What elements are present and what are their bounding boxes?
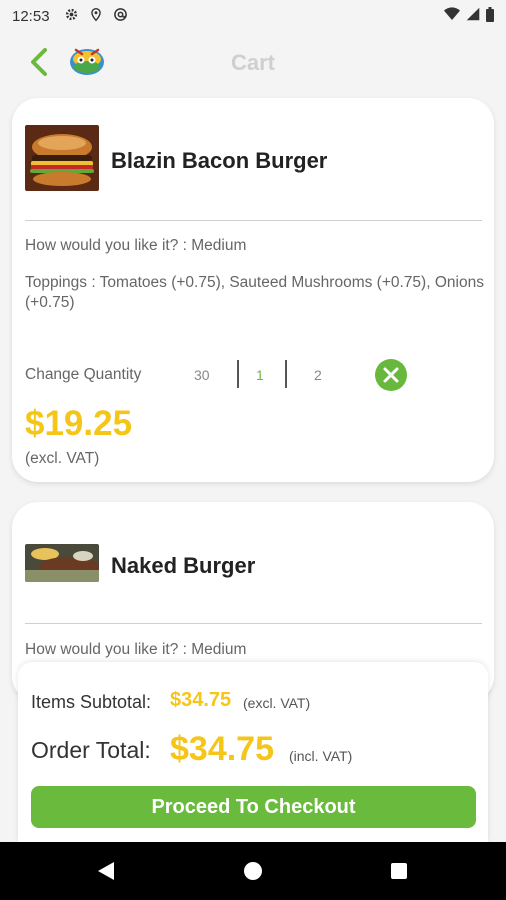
app-bar: Cart <box>0 32 506 92</box>
order-summary: Items Subtotal: $34.75 (excl. VAT) Order… <box>18 662 488 842</box>
total-vat-note: (incl. VAT) <box>289 748 353 764</box>
item-image <box>25 125 99 191</box>
total-label: Order Total: <box>31 737 151 763</box>
quantity-option-prev[interactable]: 30 <box>194 367 210 383</box>
item-name: Blazin Bacon Burger <box>111 148 328 173</box>
nav-home-icon[interactable] <box>244 862 262 880</box>
item-image <box>25 544 99 582</box>
quantity-label: Change Quantity <box>25 366 142 383</box>
nav-back-icon[interactable] <box>96 861 116 881</box>
quantity-option-selected[interactable]: 1 <box>256 367 264 383</box>
signal-icon <box>466 7 480 25</box>
vat-note: (excl. VAT) <box>25 450 100 467</box>
page-title: Cart <box>230 50 275 75</box>
item-price: $19.25 <box>25 404 133 443</box>
item-toppings: Toppings : Tomatoes (+0.75), Sauteed Mus… <box>25 274 484 311</box>
gear-icon <box>64 7 79 26</box>
item-doneness: How would you like it? : Medium <box>25 237 247 254</box>
quantity-option-next[interactable]: 2 <box>314 367 322 383</box>
item-name: Naked Burger <box>111 553 256 578</box>
divider <box>25 623 482 624</box>
at-sign-icon <box>113 7 128 26</box>
status-time: 12:53 <box>12 7 50 25</box>
item-doneness: How would you like it? : Medium <box>25 641 247 658</box>
close-icon <box>383 367 399 383</box>
subtotal-label: Items Subtotal: <box>31 692 152 712</box>
location-icon <box>89 7 103 26</box>
total-value: $34.75 <box>170 730 274 768</box>
quantity-picker-divider <box>285 360 287 388</box>
remove-item-button[interactable] <box>375 359 407 391</box>
quantity-picker-divider <box>237 360 239 388</box>
system-nav-bar <box>0 842 506 900</box>
subtotal-vat-note: (excl. VAT) <box>243 695 311 711</box>
subtotal-value: $34.75 <box>170 689 232 711</box>
status-bar: 12:53 <box>0 0 506 32</box>
proceed-to-checkout-button[interactable]: Proceed To Checkout <box>31 786 476 828</box>
cart-item-card: Blazin Bacon Burger How would you like i… <box>12 98 494 482</box>
wifi-icon <box>444 7 460 25</box>
nav-recents-icon[interactable] <box>391 863 407 879</box>
battery-icon <box>486 6 494 26</box>
divider <box>25 220 482 221</box>
